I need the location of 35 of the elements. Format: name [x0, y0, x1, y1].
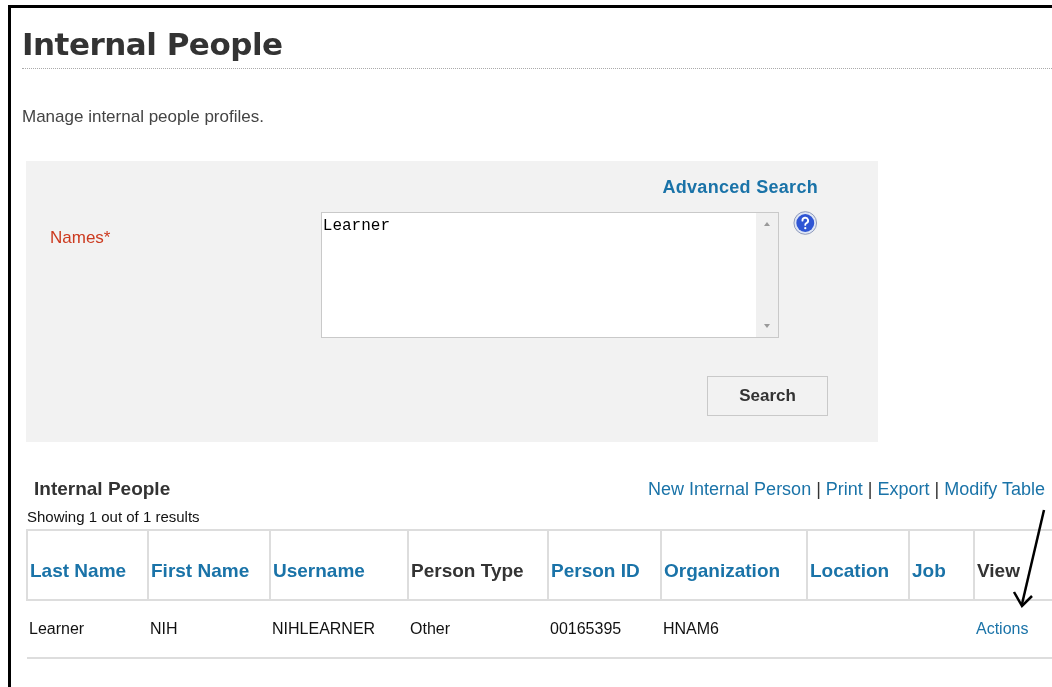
toolbar-link[interactable]: Print — [825, 478, 863, 500]
search-button[interactable]: Search — [707, 376, 828, 416]
page-description: Manage internal people profiles. — [22, 107, 265, 127]
sortable-column-header[interactable]: Job — [909, 530, 974, 600]
results-summary: Showing 1 out of 1 results — [26, 508, 201, 525]
scroll-up-icon[interactable] — [763, 221, 772, 227]
sortable-column-header[interactable]: Person ID — [548, 530, 661, 600]
sortable-column-header[interactable]: Organization — [661, 530, 807, 600]
scrollbar[interactable] — [756, 213, 779, 337]
actions-link[interactable]: Actions — [974, 600, 1052, 658]
toolbar-link[interactable]: New Internal Person — [648, 478, 812, 500]
table-cell: Other — [408, 600, 548, 658]
field-label: Names* — [50, 228, 112, 248]
toolbar-link[interactable]: Export — [877, 478, 930, 500]
separator: | — [934, 478, 940, 500]
sortable-column-header[interactable]: Username — [270, 530, 408, 600]
sortable-column-header[interactable]: Last Name — [27, 530, 148, 600]
table-cell: 00165395 — [548, 600, 661, 658]
page-title: Internal People — [22, 8, 1052, 69]
separator: | — [867, 478, 873, 500]
toolbar-link[interactable]: Modify Table — [944, 478, 1045, 500]
help-icon[interactable] — [793, 210, 818, 236]
sortable-column-header[interactable]: Location — [807, 530, 909, 600]
advanced-search-link[interactable]: Advanced Search — [662, 177, 818, 198]
names-field[interactable]: Learner — [320, 212, 780, 338]
column-header: Person Type — [408, 530, 548, 600]
table-cell: NIH — [148, 600, 270, 658]
table-cell: HNAM6 — [661, 600, 807, 658]
column-header: View — [974, 530, 1052, 600]
scroll-down-icon[interactable] — [763, 323, 772, 329]
section-title: Internal People — [34, 478, 171, 500]
sortable-column-header[interactable]: First Name — [148, 530, 270, 600]
table-cell: NIHLEARNER — [270, 600, 408, 658]
table-cell: Learner — [27, 600, 148, 658]
separator: | — [816, 478, 821, 500]
